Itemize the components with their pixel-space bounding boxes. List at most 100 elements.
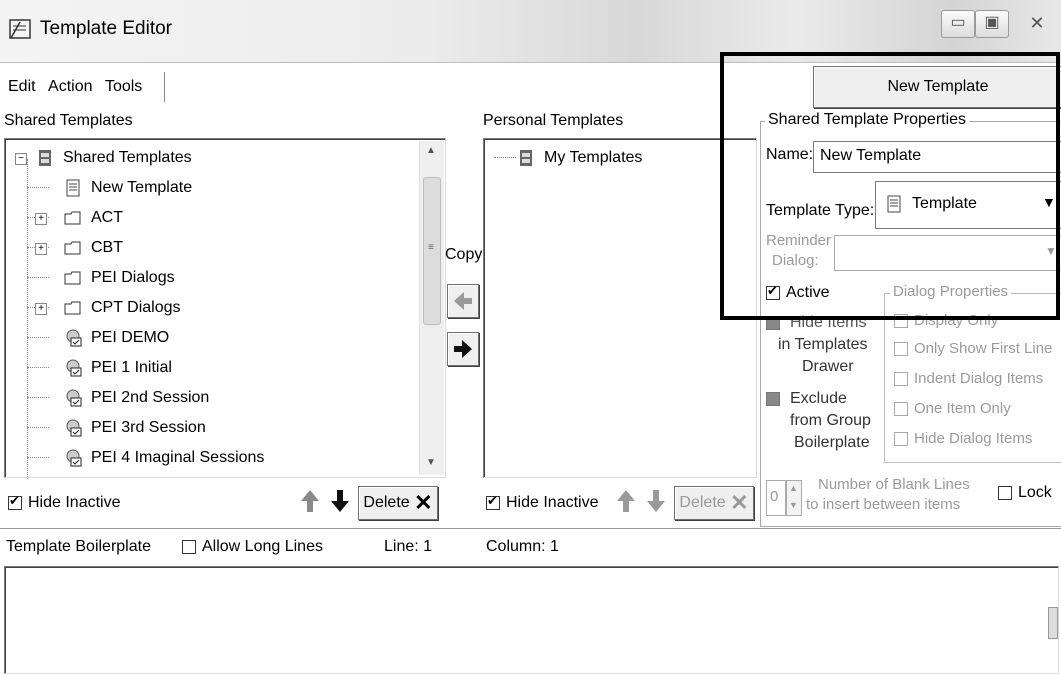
- exclude-checkbox[interactable]: [766, 392, 780, 406]
- exclude-label-2: from Group: [790, 412, 871, 429]
- personal-delete-button[interactable]: Delete ✕: [674, 486, 754, 520]
- tree-item-pei-3rd-session[interactable]: PEI 3rd Session: [63, 413, 206, 443]
- tree-item-label: PEI Dialogs: [91, 269, 175, 286]
- shared-delete-button[interactable]: Delete ✕: [358, 486, 438, 520]
- delete-x-icon: ✕: [730, 490, 749, 515]
- arrow-up-icon: [617, 490, 635, 512]
- personal-hide-inactive[interactable]: Hide Inactive: [486, 493, 599, 512]
- menu-action[interactable]: Action: [48, 78, 92, 96]
- allow-long-lines-row[interactable]: Allow Long Lines: [182, 538, 323, 556]
- minimize-button[interactable]: ▭: [941, 10, 975, 38]
- delete-label: Delete: [363, 494, 410, 512]
- shared-hide-inactive[interactable]: Hide Inactive: [8, 493, 121, 512]
- hide-items-label-2: in Templates: [778, 336, 868, 353]
- allow-long-lines-checkbox[interactable]: [182, 539, 196, 554]
- shared-hide-inactive-checkbox[interactable]: [8, 493, 22, 510]
- tree-item-shared-templates[interactable]: Shared Templates: [35, 143, 192, 173]
- personal-move-down-button[interactable]: [642, 488, 670, 518]
- blank-lines-input[interactable]: 0: [766, 480, 786, 516]
- lock-label: Lock: [1018, 484, 1052, 501]
- tree-item-act[interactable]: ACT: [63, 203, 123, 233]
- copy-left-button[interactable]: [447, 284, 479, 318]
- tree-item-my-templates[interactable]: My Templates: [516, 143, 642, 173]
- only-show-first-line-option[interactable]: Only Show First Line: [894, 340, 1052, 357]
- arrow-down-icon: [647, 490, 665, 512]
- exclude-label-3: Boilerplate: [794, 434, 870, 451]
- exclude-label-1: Exclude: [790, 390, 847, 407]
- allow-long-lines-label: Allow Long Lines: [202, 538, 323, 555]
- tree-item-label: ACT: [91, 209, 123, 226]
- tree-item-label: New Template: [91, 179, 193, 196]
- arrow-up-icon: [301, 490, 319, 512]
- hide-dialog-items-label: Hide Dialog Items: [914, 430, 1033, 447]
- one-item-only-option[interactable]: One Item Only: [894, 400, 1011, 417]
- personal-hide-inactive-checkbox[interactable]: [486, 493, 500, 510]
- spinner-up-icon[interactable]: ▲: [789, 483, 798, 493]
- tree-item-label: PEI DEMO: [91, 329, 170, 346]
- column-indicator: Column: 1: [486, 538, 559, 555]
- cabinet-icon: [39, 149, 51, 166]
- minimize-icon: ▭: [950, 14, 966, 31]
- blank-lines-label-2: to insert between items: [806, 496, 961, 513]
- only-show-first-line-label: Only Show First Line: [914, 340, 1053, 357]
- menu-tools[interactable]: Tools: [105, 78, 142, 96]
- hide-dialog-items-option[interactable]: Hide Dialog Items: [894, 430, 1032, 447]
- template-editor-icon: [9, 19, 31, 39]
- blank-lines-value: 0: [770, 488, 779, 505]
- personal-move-up-button[interactable]: [612, 488, 640, 518]
- document-icon: [66, 179, 80, 197]
- arrow-right-icon: [454, 340, 472, 358]
- window-title: Template Editor: [40, 18, 173, 39]
- scroll-up-icon[interactable]: ▲: [426, 145, 436, 156]
- dialog-template-icon: [66, 389, 82, 407]
- tree-item-label: PEI 3rd Session: [91, 419, 206, 436]
- dialog-template-icon: [66, 419, 82, 437]
- arrow-left-icon: [454, 292, 472, 310]
- tree-item-label: My Templates: [544, 149, 643, 166]
- tree-item-new-template[interactable]: New Template: [63, 173, 192, 203]
- expand-toggle[interactable]: +: [35, 303, 47, 315]
- tree-item-label: CPT Dialogs: [91, 299, 181, 316]
- delete-label: Delete: [679, 494, 726, 512]
- move-down-button[interactable]: [326, 488, 354, 518]
- menu-edit[interactable]: Edit: [8, 78, 36, 96]
- scroll-down-icon[interactable]: ▼: [426, 457, 436, 468]
- indent-dialog-items-label: Indent Dialog Items: [914, 370, 1044, 387]
- scroll-thumb[interactable]: ≡: [423, 177, 441, 325]
- close-button[interactable]: ✕: [1020, 10, 1054, 36]
- tree-item-label: PEI 1 Initial: [91, 359, 172, 376]
- tree-item-pei-1-initial[interactable]: PEI 1 Initial: [63, 353, 172, 383]
- spinner-down-icon[interactable]: ▼: [789, 500, 798, 510]
- cabinet-icon: [520, 149, 532, 166]
- folder-icon: [64, 241, 81, 255]
- tree-item-label: PEI 4 Imaginal Sessions: [91, 449, 265, 466]
- tree-item-pei-4-imaginal[interactable]: PEI 4 Imaginal Sessions: [63, 443, 264, 475]
- shared-templates-tree[interactable]: − Shared Templates New Template + ACT + …: [4, 138, 446, 479]
- folder-icon: [64, 301, 81, 315]
- shared-tree-scrollbar[interactable]: ▲ ≡ ▼: [419, 141, 444, 475]
- lock-checkbox[interactable]: [998, 485, 1012, 500]
- folder-icon: [64, 271, 81, 285]
- personal-templates-tree[interactable]: My Templates: [483, 138, 757, 478]
- lock-checkbox-row[interactable]: Lock: [998, 484, 1052, 502]
- collapse-toggle[interactable]: −: [15, 153, 27, 165]
- tree-item-cbt[interactable]: CBT: [63, 233, 123, 263]
- expand-toggle[interactable]: +: [35, 213, 47, 225]
- maximize-button[interactable]: ▣: [975, 10, 1009, 38]
- tree-item-pei-demo[interactable]: PEI DEMO: [63, 323, 169, 353]
- tree-item-cpt-dialogs[interactable]: CPT Dialogs: [63, 293, 181, 323]
- indent-dialog-items-option[interactable]: Indent Dialog Items: [894, 370, 1043, 387]
- move-up-button[interactable]: [296, 488, 324, 518]
- highlight-annotation-box: [720, 52, 1060, 320]
- tree-item-pei-dialogs[interactable]: PEI Dialogs: [63, 263, 175, 293]
- expand-toggle[interactable]: +: [35, 243, 47, 255]
- maximize-icon: ▣: [984, 14, 1000, 31]
- blank-lines-spinner[interactable]: ▲ ▼: [786, 480, 802, 516]
- menu-bar: Edit Action Tools: [4, 72, 165, 102]
- copy-right-button[interactable]: [447, 332, 479, 366]
- tree-item-pei-2nd-session[interactable]: PEI 2nd Session: [63, 383, 209, 413]
- blank-lines-label-1: Number of Blank Lines: [818, 476, 970, 493]
- boilerplate-editor[interactable]: [4, 566, 1059, 674]
- dialog-template-icon: [66, 329, 82, 347]
- template-boilerplate-label: Template Boilerplate: [6, 538, 151, 555]
